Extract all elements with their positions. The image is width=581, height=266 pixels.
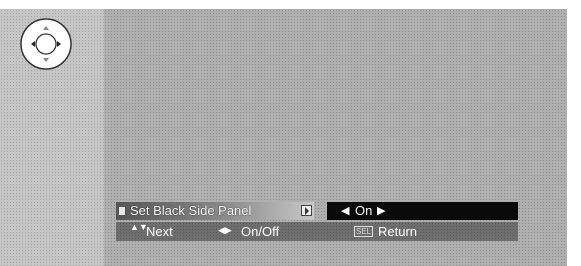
sel-icon: SEL xyxy=(354,226,374,237)
top-border xyxy=(0,0,581,9)
help-bar: ▲▼ Next ◀▶ On/Off SEL Return xyxy=(116,222,518,241)
right-border xyxy=(567,0,581,266)
right-arrow-icon[interactable]: ▶ xyxy=(377,204,385,217)
value-selector[interactable]: ◀ On ▶ xyxy=(327,202,518,220)
help-return-label: Return xyxy=(378,224,418,239)
left-arrow-icon[interactable]: ◀ xyxy=(341,204,349,217)
menu-item-bar[interactable]: Set Black Side Panel xyxy=(116,202,314,220)
value-text: On xyxy=(355,203,373,218)
menu-item-label: Set Black Side Panel xyxy=(130,203,252,218)
left-right-icon: ◀▶ xyxy=(218,225,232,235)
dpad-icon xyxy=(20,18,72,70)
menu-item-icon xyxy=(118,206,126,216)
submenu-arrow-icon[interactable] xyxy=(301,205,312,216)
tv-screen: Set Black Side Panel ◀ On ▶ ▲▼ Next ◀▶ O… xyxy=(0,0,581,266)
help-next-label: Next xyxy=(146,224,173,239)
menu-item-row[interactable]: Set Black Side Panel ◀ On ▶ xyxy=(116,202,518,220)
help-onoff-label: On/Off xyxy=(241,224,280,239)
